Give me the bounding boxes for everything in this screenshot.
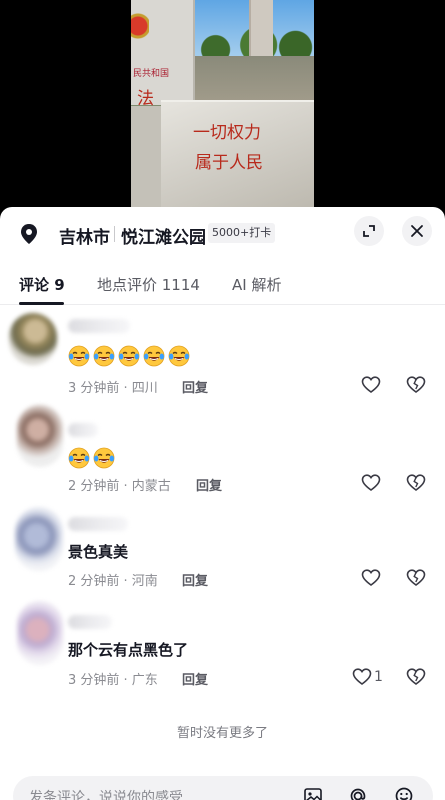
park-ground (191, 56, 314, 106)
location-name[interactable]: 悦江滩公园 (121, 223, 206, 248)
reply-button[interactable]: 回复 (196, 475, 222, 494)
expand-button[interactable] (354, 216, 384, 246)
reply-button[interactable]: 回复 (182, 570, 208, 589)
emoji-row (68, 345, 193, 367)
avatar[interactable] (9, 313, 57, 365)
tab-ai-analysis[interactable]: AI 解析 (232, 274, 281, 295)
broken-heart-icon[interactable] (406, 667, 426, 687)
comment-text: 那个云有点黑色了 (68, 641, 189, 659)
expand-icon (363, 225, 375, 237)
image-icon[interactable] (302, 785, 324, 800)
inscription-line-1: 一切权力 (193, 123, 261, 143)
tab-bar: 评论 9 地点评价 1114 AI 解析 (0, 265, 445, 305)
reply-button[interactable]: 回复 (182, 669, 208, 688)
location-city[interactable]: 吉林市 (59, 223, 110, 248)
comment-item: 2 分钟前 · 内蒙古 回复 (0, 405, 445, 503)
location-header[interactable]: 吉林市 悦江滩公园 5000+打卡 (0, 207, 445, 257)
crying-laughing-emoji (68, 447, 90, 469)
comment-item: 3 分钟前 · 四川 回复 (0, 305, 445, 405)
heart-icon[interactable] (352, 667, 372, 687)
avatar[interactable] (17, 601, 63, 665)
emoji-row (68, 447, 118, 469)
broken-heart-icon[interactable] (406, 375, 426, 395)
building (249, 0, 273, 58)
comment-meta: 3 分钟前 · 广东 (68, 673, 158, 688)
crying-laughing-emoji (168, 345, 190, 367)
like-count: 1 (374, 669, 383, 685)
location-pin-icon (21, 224, 37, 244)
crying-laughing-emoji (118, 345, 140, 367)
mention-icon[interactable] (347, 785, 369, 800)
comment-meta: 2 分钟前 · 河南 (68, 574, 158, 589)
comment-meta: 3 分钟前 · 四川 (68, 381, 158, 396)
commenter-name[interactable] (68, 615, 112, 629)
comment-item: 那个云有点黑色了 3 分钟前 · 广东 回复 1 (0, 599, 445, 699)
national-emblem (131, 2, 149, 62)
avatar[interactable] (17, 405, 63, 467)
close-icon (411, 225, 423, 237)
heart-icon[interactable] (361, 473, 381, 493)
location-divider (114, 226, 115, 242)
commenter-name[interactable] (68, 423, 98, 437)
crying-laughing-emoji (93, 447, 115, 469)
commenter-name[interactable] (68, 319, 130, 333)
comment-item: 景色真美 2 分钟前 · 河南 回复 (0, 503, 445, 599)
comment-meta: 2 分钟前 · 内蒙古 (68, 479, 171, 494)
comment-input[interactable]: 发条评论，说说你的感受 (13, 776, 433, 800)
sign-pillar: 民共和国 法 (131, 0, 195, 109)
reply-button[interactable]: 回复 (182, 377, 208, 396)
crying-laughing-emoji (93, 345, 115, 367)
emoji-icon[interactable] (393, 785, 415, 800)
inscription-line-2: 属于人民 (195, 153, 263, 173)
heart-icon[interactable] (361, 568, 381, 588)
comment-text: 景色真美 (68, 543, 129, 561)
comment-sheet: 吉林市 悦江滩公园 5000+打卡 评论 9 地点评价 1114 AI 解析 3… (0, 207, 445, 800)
checkin-badge: 5000+打卡 (208, 223, 276, 243)
tab-comments[interactable]: 评论 9 (19, 274, 65, 295)
crying-laughing-emoji (143, 345, 165, 367)
commenter-name[interactable] (68, 517, 128, 531)
crying-laughing-emoji (68, 345, 90, 367)
broken-heart-icon[interactable] (406, 568, 426, 588)
comment-input-placeholder: 发条评论，说说你的感受 (29, 790, 183, 800)
close-button[interactable] (402, 216, 432, 246)
no-more-text: 暂时没有更多了 (176, 726, 268, 741)
video-preview[interactable]: 民共和国 法 一切权力 属于人民 (0, 0, 445, 212)
avatar[interactable] (15, 507, 63, 571)
tab-place-reviews[interactable]: 地点评价 1114 (97, 274, 200, 295)
broken-heart-icon[interactable] (406, 473, 426, 493)
video-frame: 民共和国 法 一切权力 属于人民 (131, 0, 314, 212)
heart-icon[interactable] (361, 375, 381, 395)
pillar-small-text: 民共和国 (133, 69, 170, 79)
